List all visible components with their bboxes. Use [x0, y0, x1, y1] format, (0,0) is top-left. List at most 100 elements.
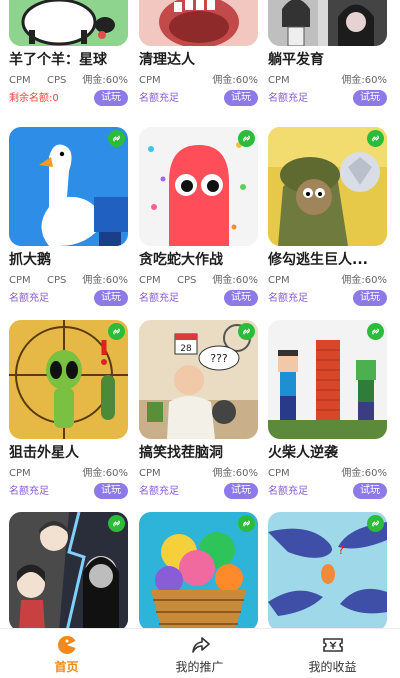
link-icon — [367, 130, 384, 147]
cps-tag: CPS — [177, 275, 197, 286]
game-card[interactable] — [139, 512, 258, 628]
quota-status: 名额充足 — [9, 293, 49, 304]
link-icon — [367, 323, 384, 340]
commission-rate: 佣金:60% — [341, 468, 387, 479]
game-meta: CPM 佣金:60% — [268, 74, 387, 87]
quota-status: 名额充足 — [139, 486, 179, 497]
link-icon — [108, 515, 125, 532]
link-icon — [367, 515, 384, 532]
tab-my-income[interactable]: 我的收益 — [266, 629, 399, 678]
game-meta: CPM 佣金:60% — [9, 467, 128, 480]
game-title: 修勾逃生巨人... — [268, 252, 368, 268]
game-title: 清理达人 — [139, 52, 195, 68]
game-card[interactable]: 修勾逃生巨人... CPM 佣金:60% 名额充足 试玩 — [268, 127, 387, 312]
game-title: 羊了个羊：星球 — [9, 52, 107, 68]
game-meta: CPM 佣金:60% — [268, 467, 387, 480]
calendar-text: 28 — [180, 344, 192, 354]
game-grid: 羊了个羊：星球 CPM CPS 佣金:60% 剩余名额:0 试玩 清理达人 CP… — [0, 0, 400, 628]
quota-status: 名额充足 — [268, 293, 308, 304]
question-mark-text: ? — [338, 543, 344, 557]
game-card[interactable] — [9, 512, 128, 628]
game-meta: CPM 佣金:60% — [139, 467, 258, 480]
quota-status: 剩余名额:0 — [9, 93, 59, 104]
alien-thumb-icon[interactable] — [9, 320, 128, 439]
fish-water-thumb-icon[interactable]: ? — [268, 512, 387, 628]
game-title: 躺平发育 — [268, 52, 324, 68]
cpm-tag: CPM — [9, 75, 31, 86]
dog-soldier-thumb-icon[interactable] — [268, 127, 387, 246]
link-icon — [238, 515, 255, 532]
sheep-thumb-icon[interactable] — [9, 0, 128, 46]
girl-thumb-icon[interactable] — [268, 0, 387, 46]
mouth-thumb-icon[interactable] — [139, 0, 258, 46]
try-button[interactable]: 试玩 — [224, 90, 258, 106]
link-icon — [238, 323, 255, 340]
game-card[interactable]: 28 ??? 搞笑找茬脑洞 CPM 佣金:60% 名额充足 试玩 — [139, 320, 258, 505]
game-title: 狙击外星人 — [9, 445, 79, 461]
cpm-tag: CPM — [268, 75, 290, 86]
income-ticket-icon — [322, 638, 343, 652]
try-button[interactable]: 试玩 — [94, 483, 128, 499]
try-button[interactable]: 试玩 — [224, 483, 258, 499]
commission-rate: 佣金:60% — [212, 75, 258, 86]
cpm-tag: CPM — [139, 275, 161, 286]
try-button[interactable]: 试玩 — [224, 290, 258, 306]
man-cooking-thumb-icon[interactable]: 28 ??? — [139, 320, 258, 439]
commission-rate: 佣金:60% — [212, 468, 258, 479]
tab-label: 我的收益 — [308, 660, 357, 674]
bottom-tab-bar: 首页 我的推广 我的收益 — [0, 628, 400, 678]
game-card[interactable]: 火柴人逆袭 CPM 佣金:60% 名额充足 试玩 — [268, 320, 387, 505]
tab-my-promotion[interactable]: 我的推广 — [133, 629, 266, 678]
commission-rate: 佣金:60% — [341, 275, 387, 286]
goose-thumb-icon[interactable] — [9, 127, 128, 246]
snake-thumb-icon[interactable] — [139, 127, 258, 246]
horror-family-thumb-icon[interactable] — [9, 512, 128, 628]
game-title: 火柴人逆袭 — [268, 445, 338, 461]
cpm-tag: CPM — [268, 275, 290, 286]
game-title: 贪吃蛇大作战 — [139, 252, 223, 268]
try-button[interactable]: 试玩 — [353, 290, 387, 306]
quota-status: 名额充足 — [139, 293, 179, 304]
commission-rate: 佣金:60% — [82, 75, 128, 86]
game-title: 搞笑找茬脑洞 — [139, 445, 223, 461]
basket-ribbons-thumb-icon[interactable] — [139, 512, 258, 628]
game-card[interactable]: 抓大鹅 CPM CPS 佣金:60% 名额充足 试玩 — [9, 127, 128, 312]
cpm-tag: CPM — [268, 468, 290, 479]
game-meta: CPM CPS 佣金:60% — [9, 74, 128, 87]
home-pacman-icon — [57, 635, 75, 654]
quota-status: 名额充足 — [9, 486, 49, 497]
cpm-tag: CPM — [139, 468, 161, 479]
bubble-text: ??? — [210, 352, 228, 365]
tab-label: 首页 — [54, 660, 79, 674]
commission-rate: 佣金:60% — [341, 75, 387, 86]
game-card[interactable]: 贪吃蛇大作战 CPM CPS 佣金:60% 名额充足 试玩 — [139, 127, 258, 312]
cpm-tag: CPM — [9, 468, 31, 479]
game-title: 抓大鹅 — [9, 252, 51, 268]
game-meta: CPM 佣金:60% — [139, 74, 258, 87]
try-button[interactable]: 试玩 — [94, 90, 128, 106]
try-button[interactable]: 试玩 — [353, 90, 387, 106]
game-meta: CPM CPS 佣金:60% — [9, 274, 128, 287]
try-button[interactable]: 试玩 — [94, 290, 128, 306]
game-card[interactable]: ? — [268, 512, 387, 628]
link-icon — [108, 130, 125, 147]
quota-status: 名额充足 — [268, 93, 308, 104]
tab-label: 我的推广 — [175, 660, 224, 674]
commission-rate: 佣金:60% — [82, 468, 128, 479]
quota-status: 名额充足 — [139, 93, 179, 104]
game-card[interactable]: 狙击外星人 CPM 佣金:60% 名额充足 试玩 — [9, 320, 128, 505]
cpm-tag: CPM — [9, 275, 31, 286]
game-meta: CPM 佣金:60% — [268, 274, 387, 287]
link-icon — [238, 130, 255, 147]
share-arrow-icon — [191, 637, 210, 653]
cps-tag: CPS — [47, 275, 67, 286]
cps-tag: CPS — [47, 75, 67, 86]
tab-home[interactable]: 首页 — [0, 629, 133, 678]
commission-rate: 佣金:60% — [212, 275, 258, 286]
commission-rate: 佣金:60% — [82, 275, 128, 286]
game-meta: CPM CPS 佣金:60% — [139, 274, 258, 287]
pixel-stickman-thumb-icon[interactable] — [268, 320, 387, 439]
quota-status: 名额充足 — [268, 486, 308, 497]
try-button[interactable]: 试玩 — [353, 483, 387, 499]
cpm-tag: CPM — [139, 75, 161, 86]
